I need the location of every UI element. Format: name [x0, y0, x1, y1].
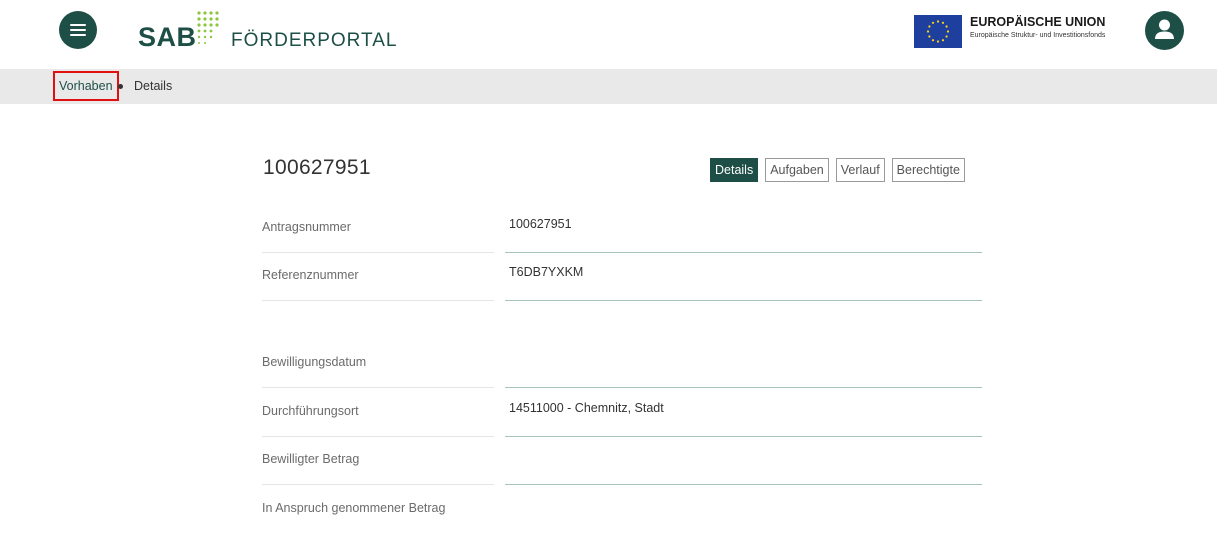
- logo-brand: SAB: [138, 22, 197, 52]
- field-label: Antragsnummer: [262, 205, 494, 253]
- header: SAB FÖRDERPORTAL EUROPÄISCHE UNION Europ…: [0, 0, 1217, 68]
- field-value: [505, 340, 982, 388]
- user-account-button[interactable]: [1145, 11, 1184, 50]
- tab-berechtigte[interactable]: Berechtigte: [891, 158, 965, 182]
- field-label: Referenznummer: [262, 253, 494, 301]
- field-value: T6DB7YXKM: [505, 253, 982, 301]
- field-label: In Anspruch genommener Betrag: [262, 501, 446, 515]
- field-bewilligungsdatum: Bewilligungsdatum: [262, 340, 982, 388]
- logo-text: FÖRDERPORTAL: [231, 30, 398, 51]
- tab-aufgaben[interactable]: Aufgaben: [765, 158, 829, 182]
- breadcrumb-link-vorhaben[interactable]: Vorhaben: [53, 71, 119, 101]
- field-bewilligter-betrag: Bewilligter Betrag: [262, 437, 982, 485]
- field-value: 100627951: [505, 205, 982, 253]
- field-value: [505, 437, 982, 485]
- eu-flag-icon: [914, 15, 962, 48]
- field-in-anspruch-genommener-betrag: In Anspruch genommener Betrag: [262, 486, 982, 534]
- eu-subtitle: Europäische Struktur- und Investitionsfo…: [970, 32, 1106, 39]
- field-label: Durchführungsort: [262, 389, 494, 437]
- breadcrumb: [0, 69, 1217, 104]
- field-referenznummer: Referenznummer T6DB7YXKM: [262, 253, 982, 301]
- eu-title: EUROPÄISCHE UNION: [970, 15, 1106, 29]
- breadcrumb-current: Details: [134, 79, 173, 93]
- menu-button[interactable]: [59, 11, 97, 49]
- tab-verlauf[interactable]: Verlauf: [835, 158, 885, 182]
- logo-dots-icon: [197, 11, 219, 44]
- user-icon: [1155, 19, 1174, 39]
- page-title: 100627951: [263, 156, 371, 179]
- field-label: Bewilligungsdatum: [262, 340, 494, 388]
- hamburger-icon: [70, 24, 86, 36]
- field-antragsnummer: Antragsnummer 100627951: [262, 205, 982, 253]
- field-value: 14511000 - Chemnitz, Stadt: [505, 389, 982, 437]
- tab-details[interactable]: Details: [710, 158, 759, 182]
- field-durchfuehrungsort: Durchführungsort 14511000 - Chemnitz, St…: [262, 389, 982, 437]
- field-label: Bewilligter Betrag: [262, 437, 494, 485]
- tab-bar: Details Aufgaben Verlauf Berechtigte: [710, 158, 965, 182]
- breadcrumb-separator: [118, 84, 123, 89]
